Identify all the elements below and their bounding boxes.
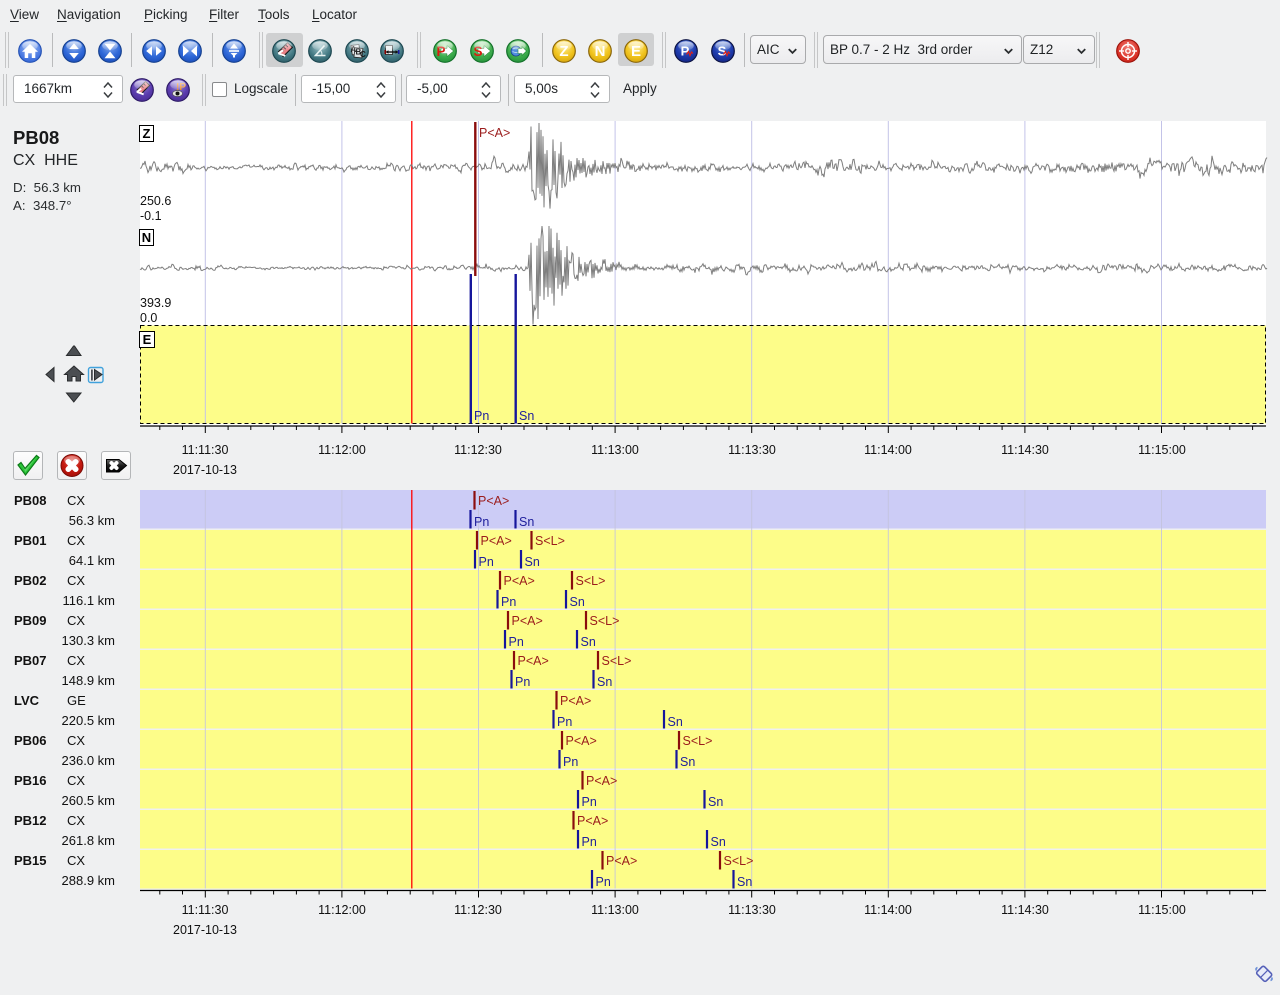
svg-text:S<L>: S<L> [683,734,713,748]
svg-text:Sn: Sn [581,635,596,649]
svg-text:Sn: Sn [597,675,612,689]
svg-text:Sn: Sn [711,835,726,849]
svg-text:S<L>: S<L> [724,854,754,868]
svg-text:Pn: Pn [515,675,530,689]
svg-text:Pn: Pn [596,875,611,889]
svg-text:Sn: Sn [708,795,723,809]
svg-text:Pn: Pn [582,835,597,849]
svg-text:P<A>: P<A> [606,854,637,868]
svg-text:Pn: Pn [501,595,516,609]
svg-text:Sn: Sn [668,715,683,729]
svg-text:Pn: Pn [509,635,524,649]
svg-text:P<A>: P<A> [518,654,549,668]
svg-text:Sn: Sn [737,875,752,889]
svg-text:Pn: Pn [474,515,489,529]
svg-text:Pn: Pn [582,795,597,809]
svg-text:C: C [360,50,366,59]
svg-text:Pn: Pn [563,755,578,769]
svg-text:S<L>: S<L> [576,574,606,588]
svg-text:P<A>: P<A> [586,774,617,788]
svg-text:P<A>: P<A> [577,814,608,828]
svg-text:Sn: Sn [570,595,585,609]
svg-text:P<A>: P<A> [512,614,543,628]
svg-text:P<A>: P<A> [481,534,512,548]
svg-text:P<A>: P<A> [504,574,535,588]
svg-text:S<L>: S<L> [535,534,565,548]
svg-text:Sn: Sn [525,555,540,569]
svg-text:S<L>: S<L> [602,654,632,668]
svg-text:Pn: Pn [557,715,572,729]
svg-text:Pn: Pn [479,555,494,569]
svg-text:P<A>: P<A> [560,694,591,708]
svg-text:Sn: Sn [519,515,534,529]
svg-text:S<L>: S<L> [590,614,620,628]
svg-text:Sn: Sn [680,755,695,769]
svg-text:P<A>: P<A> [478,494,509,508]
svg-text:P<A>: P<A> [566,734,597,748]
